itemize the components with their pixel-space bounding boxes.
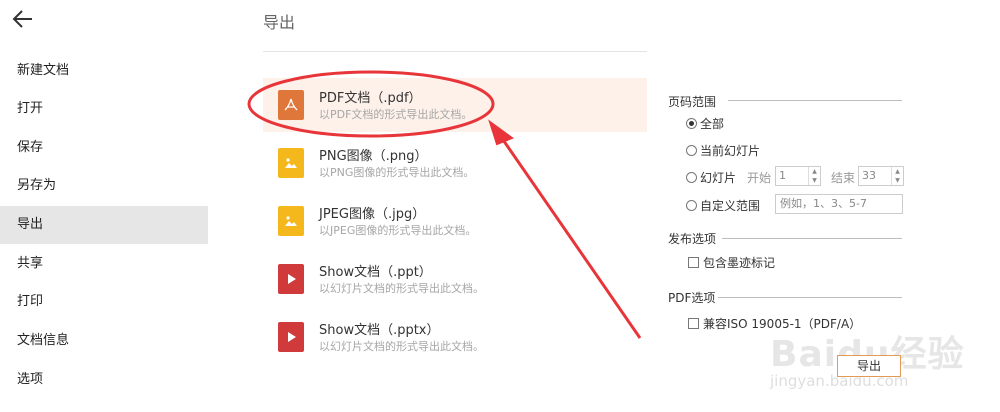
- radio-all-label: 全部: [700, 117, 725, 131]
- sidebar-item-share[interactable]: 共享: [0, 245, 208, 283]
- end-label: 结束: [831, 171, 856, 185]
- radio-slides-label: 幻灯片: [700, 171, 737, 185]
- radio-icon: [686, 145, 697, 156]
- pdf-icon: [278, 90, 304, 120]
- page-title: 导出: [263, 13, 296, 32]
- sidebar-item-save-as[interactable]: 另存为: [0, 167, 208, 205]
- sidebar-item-doc-info[interactable]: 文档信息: [0, 322, 208, 360]
- image-icon: [278, 148, 304, 178]
- ink-checkbox[interactable]: 包含墨迹标记: [688, 254, 775, 271]
- format-name: JPEG图像（.jpg）: [319, 207, 426, 222]
- page-range-title: 页码范围: [668, 95, 717, 109]
- custom-range-input[interactable]: 例如，1、3、5-7: [775, 194, 903, 214]
- radio-current-slide[interactable]: 当前幻灯片: [686, 142, 760, 159]
- format-item-ppt[interactable]: Show文档（.ppt） 以幻灯片文档的形式导出此文档。: [263, 252, 647, 306]
- title-divider: [263, 51, 647, 52]
- format-item-jpeg[interactable]: JPEG图像（.jpg） 以JPEG图像的形式导出此文档。: [263, 194, 647, 248]
- start-stepper[interactable]: 1 ▲ ▼: [775, 166, 821, 186]
- sidebar-item-open[interactable]: 打开: [0, 90, 208, 128]
- sidebar-item-print[interactable]: 打印: [0, 283, 208, 321]
- checkbox-icon: [688, 257, 699, 268]
- pdf-options-title: PDF选项: [668, 291, 716, 305]
- format-item-pdf[interactable]: PDF文档（.pdf） 以PDF文档的形式导出此文档。: [263, 78, 647, 132]
- publish-options-title: 发布选项: [668, 232, 717, 246]
- image-icon: [278, 206, 304, 236]
- export-button[interactable]: 导出: [837, 355, 901, 377]
- sidebar: 新建文档 打开 保存 另存为 导出 共享 打印 文档信息 选项: [0, 0, 208, 412]
- stepper-arrows-icon[interactable]: ▲ ▼: [891, 167, 903, 185]
- radio-current-label: 当前幻灯片: [700, 144, 761, 158]
- radio-icon: [686, 200, 697, 211]
- section-divider: [728, 100, 902, 101]
- format-name: Show文档（.ppt）: [319, 265, 432, 280]
- radio-custom-label: 自定义范围: [700, 199, 761, 213]
- format-name: PDF文档（.pdf）: [319, 91, 422, 106]
- format-name: PNG图像（.png）: [319, 149, 428, 164]
- checkbox-icon: [688, 318, 699, 329]
- radio-icon: [686, 172, 697, 183]
- play-icon: [278, 264, 304, 294]
- stepper-arrows-icon[interactable]: ▲ ▼: [808, 167, 820, 185]
- section-divider: [722, 238, 902, 239]
- format-item-png[interactable]: PNG图像（.png） 以PNG图像的形式导出此文档。: [263, 136, 647, 190]
- radio-all[interactable]: 全部: [686, 115, 724, 132]
- start-label: 开始: [747, 171, 772, 185]
- back-arrow-icon[interactable]: [10, 6, 36, 32]
- sidebar-item-export[interactable]: 导出: [0, 206, 208, 244]
- format-desc: 以幻灯片文档的形式导出此文档。: [319, 282, 484, 295]
- play-icon: [278, 322, 304, 352]
- sidebar-item-new[interactable]: 新建文档: [0, 52, 208, 90]
- sidebar-item-options[interactable]: 选项: [0, 361, 208, 399]
- format-desc: 以PNG图像的形式导出此文档。: [319, 166, 475, 179]
- format-desc: 以PDF文档的形式导出此文档。: [319, 108, 473, 121]
- sidebar-item-save[interactable]: 保存: [0, 129, 208, 167]
- ink-label: 包含墨迹标记: [703, 256, 776, 270]
- format-name: Show文档（.pptx）: [319, 323, 440, 338]
- end-value: 33: [862, 169, 876, 182]
- end-stepper[interactable]: 33 ▲ ▼: [858, 166, 904, 186]
- format-item-pptx[interactable]: Show文档（.pptx） 以幻灯片文档的形式导出此文档。: [263, 310, 647, 364]
- section-divider: [718, 297, 902, 298]
- format-desc: 以JPEG图像的形式导出此文档。: [319, 224, 477, 237]
- format-desc: 以幻灯片文档的形式导出此文档。: [319, 340, 484, 353]
- radio-slides[interactable]: 幻灯片: [686, 169, 736, 186]
- start-value: 1: [779, 169, 786, 182]
- radio-custom-range[interactable]: 自定义范围: [686, 197, 760, 214]
- radio-selected-icon: [686, 118, 697, 129]
